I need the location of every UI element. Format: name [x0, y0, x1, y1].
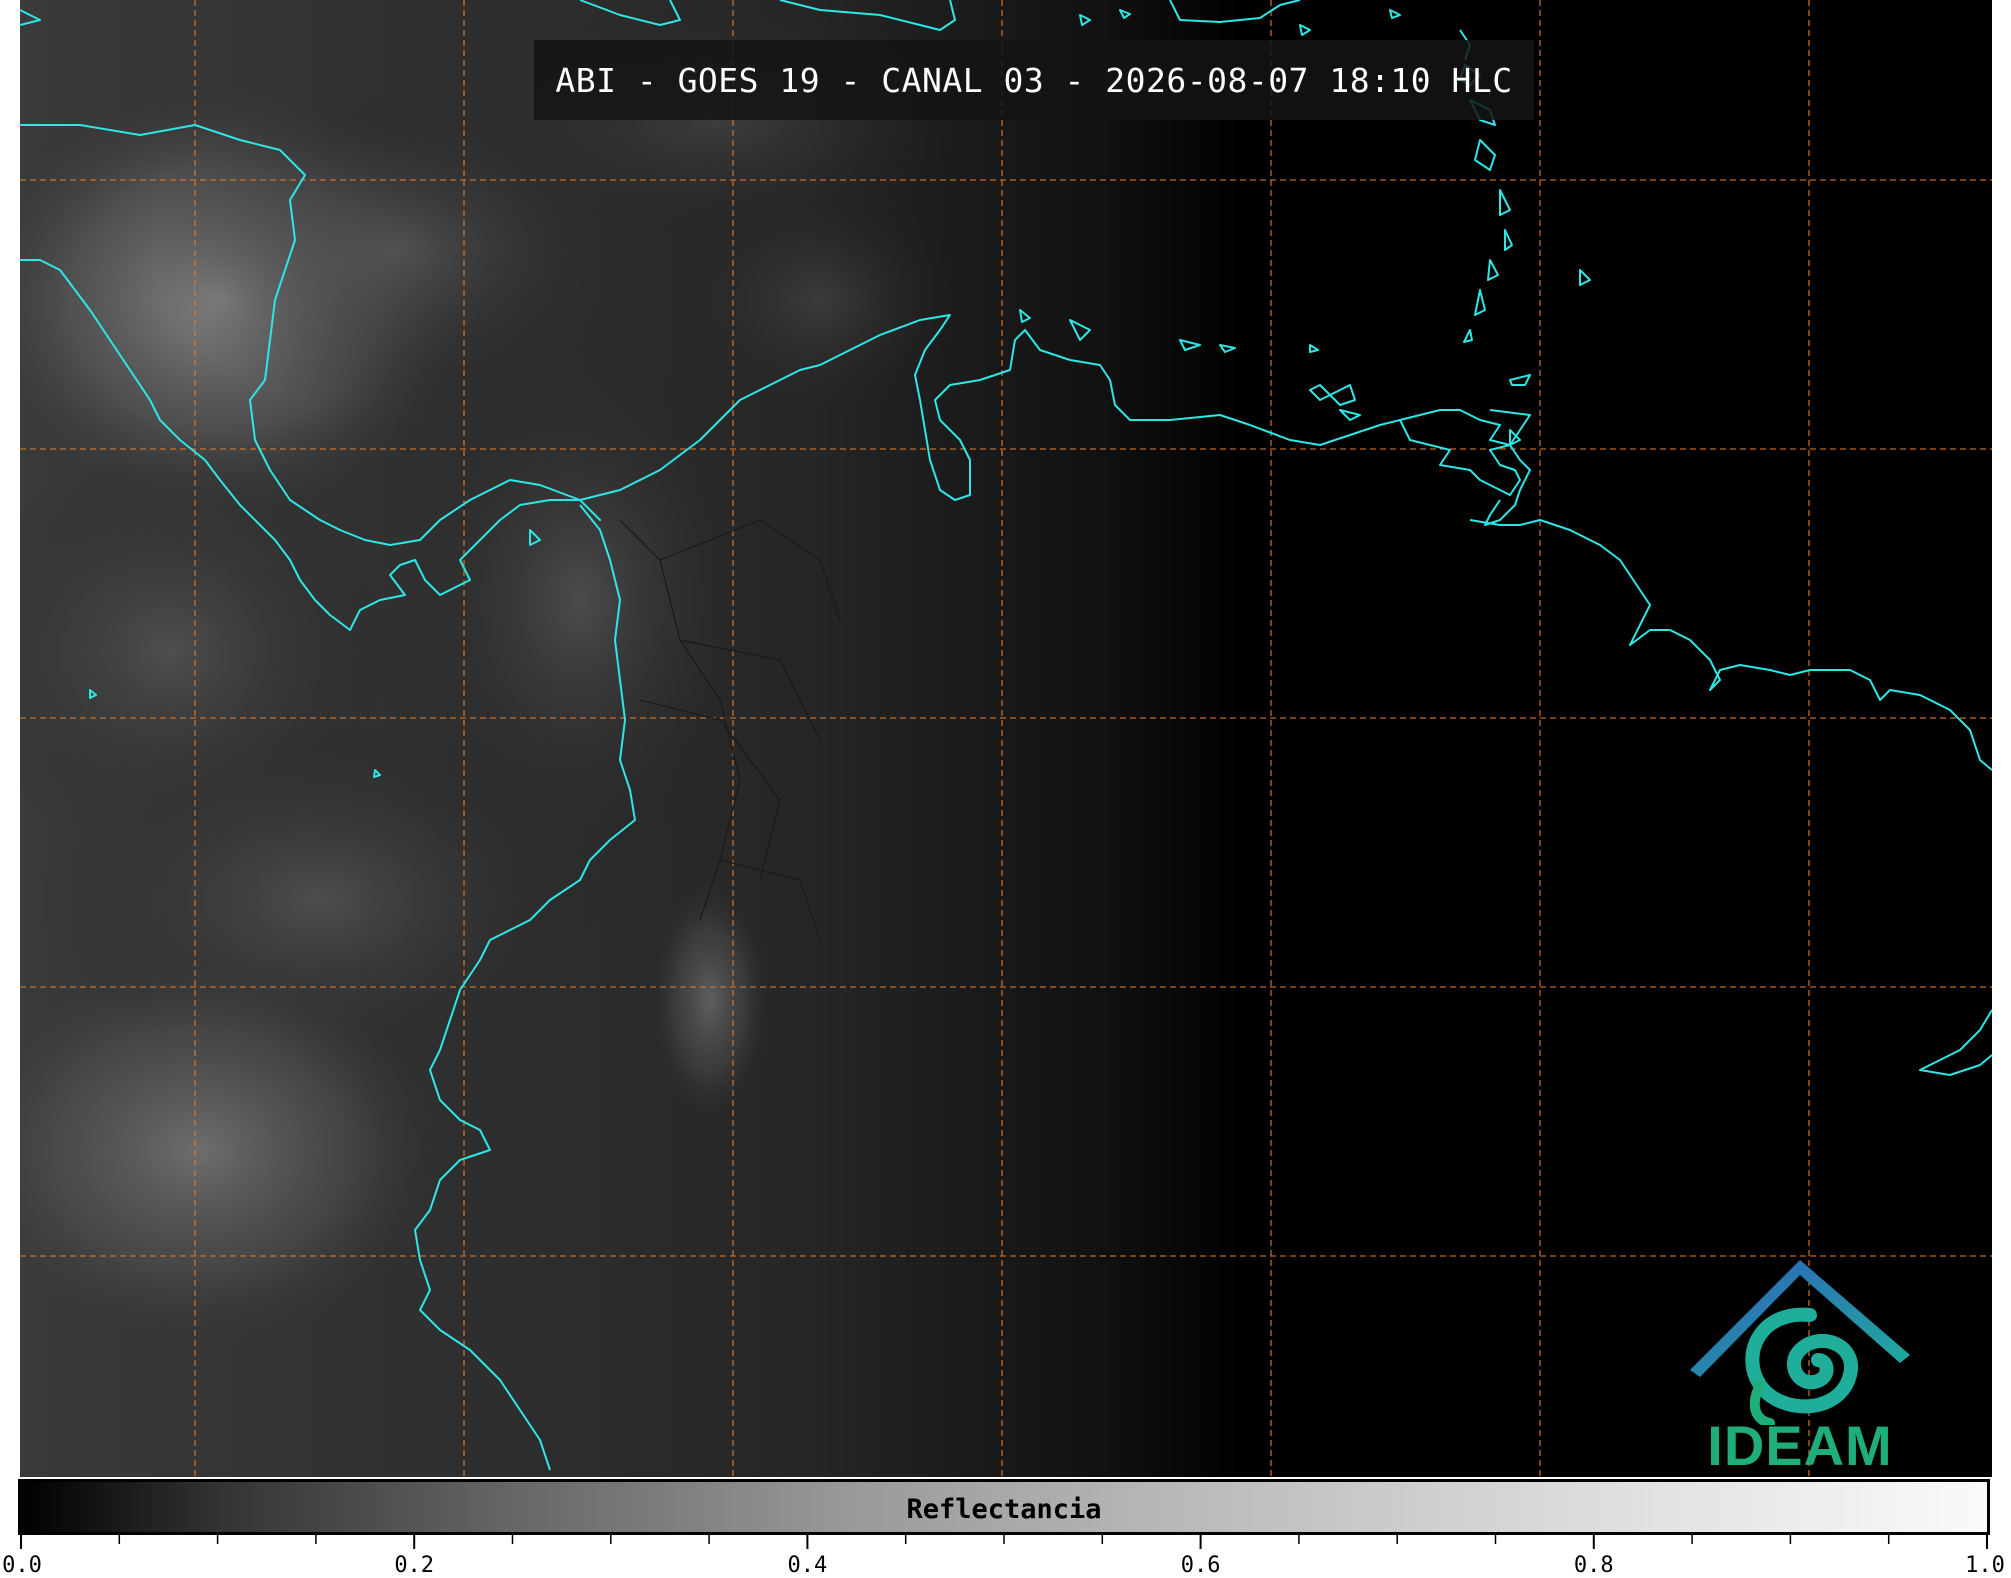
- satellite-map[interactable]: ABI - GOES 19 - CANAL 03 - 2026-08-07 18…: [20, 0, 1992, 1477]
- page-title: ABI - GOES 19 - CANAL 03 - 2026-08-07 18…: [555, 60, 1513, 100]
- colorbar: Reflectancia: [18, 1479, 1990, 1535]
- tick-label: 0.2: [394, 1553, 435, 1578]
- colorbar-label: Reflectancia: [906, 1494, 1102, 1525]
- tick-label: 1.0: [1965, 1553, 2005, 1578]
- tick-label: 0.6: [1180, 1553, 1221, 1578]
- tick-label: 0.8: [1573, 1553, 1614, 1578]
- tick-label: 0.4: [787, 1553, 828, 1578]
- logo-text: IDEAM: [1707, 1414, 1893, 1477]
- ideam-logo: IDEAM: [1680, 1255, 1920, 1477]
- ideam-swirl-logo-icon: [1690, 1260, 1910, 1428]
- tick-label: 0.0: [2, 1553, 42, 1578]
- colorbar-ticks: 0.0 0.2 0.4 0.6 0.8 1.0: [0, 1535, 2011, 1578]
- title-banner: ABI - GOES 19 - CANAL 03 - 2026-08-07 18…: [534, 40, 1534, 120]
- colorbar-tick-marks: [20, 1535, 1988, 1549]
